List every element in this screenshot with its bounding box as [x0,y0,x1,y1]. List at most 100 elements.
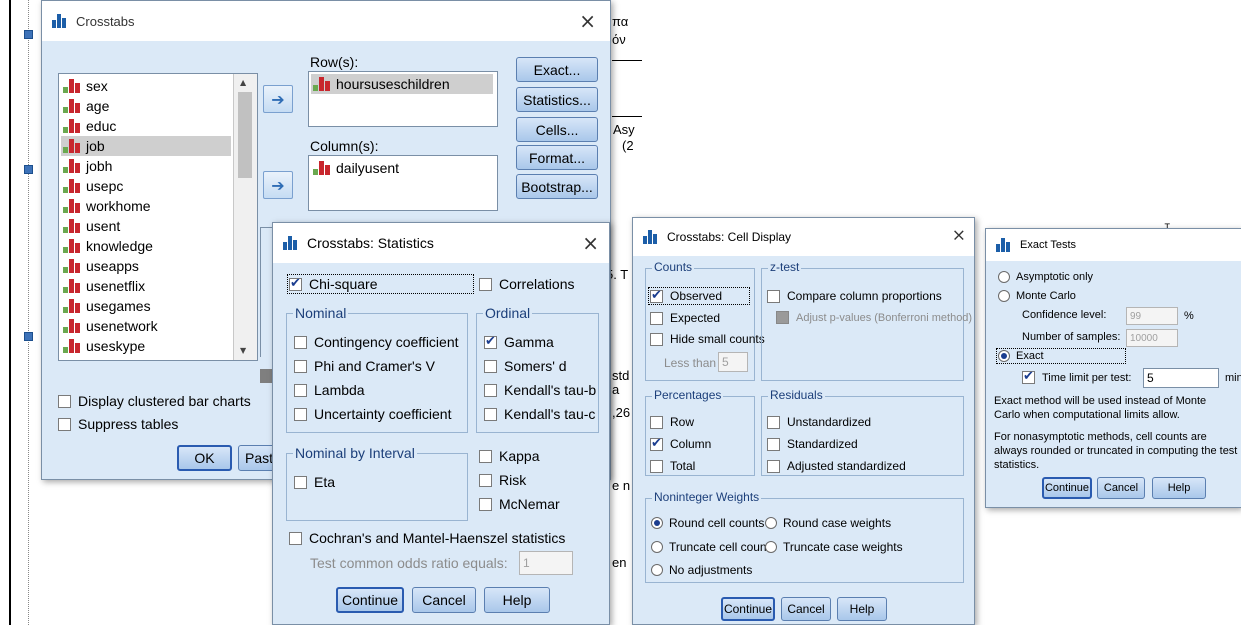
unstandardized-checkbox[interactable]: Unstandardized [767,415,871,429]
kappa-checkbox[interactable]: Kappa [479,448,539,464]
checkbox-box[interactable] [776,311,789,324]
cochran-checkbox[interactable]: Cochran's and Mantel-Haenszel statistics [289,530,565,546]
gamma-checkbox[interactable]: Gamma [484,334,554,350]
hide-small-checkbox[interactable]: Hide small counts [650,332,765,346]
checkbox-box[interactable] [1022,369,1035,384]
chi-square-checkbox[interactable]: Chi-square [287,274,474,294]
close-icon[interactable]: × [579,11,596,31]
less-than-input[interactable]: 5 [718,352,748,372]
close-icon[interactable]: × [582,233,599,253]
round-cell-radio[interactable]: Round cell counts [651,516,764,530]
display-clustered-checkbox[interactable]: Display clustered bar charts [58,393,251,409]
variable-item-usenetflix[interactable]: usenetflix [61,276,231,296]
checkbox-box[interactable] [767,459,780,473]
checkbox-box[interactable] [479,497,492,511]
adjusted-standardized-checkbox[interactable]: Adjusted standardized [767,459,906,473]
checkbox-box[interactable] [479,473,492,487]
truncate-case-radio[interactable]: Truncate case weights [765,540,903,554]
lambda-checkbox[interactable]: Lambda [294,382,365,398]
radio-circle[interactable] [998,350,1010,362]
help-button[interactable]: Help [484,587,550,613]
column-checkbox[interactable]: Column [650,436,711,451]
checkbox-box[interactable] [650,415,663,429]
list-item[interactable]: dailyusent [311,158,493,178]
continue-button[interactable]: Continue [721,597,775,621]
statistics-titlebar[interactable]: Crosstabs: Statistics × [273,223,609,263]
exact-radio[interactable]: Exact [996,348,1126,364]
checkbox-box[interactable] [767,437,780,451]
variable-item-usegames[interactable]: usegames [61,296,231,316]
time-limit-checkbox[interactable]: Time limit per test: [1022,369,1131,384]
checkbox-box[interactable] [479,277,492,291]
variable-item-educ[interactable]: educ [61,116,231,136]
radio-circle[interactable] [651,541,663,553]
variable-item-usenetwork[interactable]: usenetwork [61,316,231,336]
help-button[interactable]: Help [1152,477,1206,499]
continue-button[interactable]: Continue [1042,477,1092,499]
variable-item-job[interactable]: job [61,136,231,156]
variable-item-jobh[interactable]: jobh [61,156,231,176]
checkbox-box[interactable] [484,359,497,373]
tree-node-icon[interactable] [24,332,33,341]
truncate-cell-radio[interactable]: Truncate cell counts [651,540,776,554]
radio-circle[interactable] [651,517,663,529]
checkbox-box[interactable] [479,449,492,463]
exact-button[interactable]: Exact... [516,57,598,82]
radio-circle[interactable] [651,564,663,576]
list-item[interactable]: hoursuseschildren [311,74,493,94]
checkbox-box[interactable] [294,335,307,349]
radio-circle[interactable] [765,541,777,553]
kendall-tau-b-checkbox[interactable]: Kendall's tau-b [484,382,596,398]
variable-item-usepc[interactable]: usepc [61,176,231,196]
variable-item-age[interactable]: age [61,96,231,116]
scroll-up-icon[interactable]: ▲ [240,78,246,87]
help-button[interactable]: Help [837,597,887,621]
checkbox-box[interactable] [58,417,71,431]
observed-checkbox[interactable]: Observed [648,287,750,305]
columns-list[interactable]: dailyusent [308,155,498,211]
checkbox-box[interactable] [484,407,497,421]
ok-button[interactable]: OK [177,445,232,471]
move-to-rows-arrow-icon[interactable]: ➔ [263,85,293,113]
scroll-down-icon[interactable]: ▼ [240,346,246,355]
suppress-tables-checkbox[interactable]: Suppress tables [58,416,178,432]
format-button[interactable]: Format... [516,145,598,170]
checkbox-box[interactable] [294,475,307,489]
exact-tests-titlebar[interactable]: Exact Tests [986,229,1241,261]
radio-circle[interactable] [998,290,1010,302]
expected-checkbox[interactable]: Expected [650,311,720,325]
variable-scrollbar[interactable]: ▲ ▼ [233,74,257,360]
samples-input[interactable]: 10000 [1126,329,1178,347]
row-checkbox[interactable]: Row [650,415,694,429]
adjust-p-checkbox[interactable]: Adjust p-values (Bonferroni method) [776,311,972,324]
cancel-button[interactable]: Cancel [781,597,831,621]
contingency-checkbox[interactable]: Contingency coefficient [294,334,459,350]
checkbox-box[interactable] [767,289,780,303]
variable-item-knowledge[interactable]: knowledge [61,236,231,256]
close-icon[interactable]: × [952,227,966,245]
variable-item-useapps[interactable]: useapps [61,256,231,276]
compare-columns-checkbox[interactable]: Compare column proportions [767,289,942,303]
checkbox-box[interactable] [484,383,497,397]
checkbox-box[interactable] [289,531,302,545]
round-case-radio[interactable]: Round case weights [765,516,891,530]
scroll-thumb[interactable] [238,92,252,178]
somers-d-checkbox[interactable]: Somers' d [484,358,567,374]
checkbox-box[interactable] [650,332,663,346]
checkbox-box[interactable] [767,415,780,429]
monte-carlo-radio[interactable]: Monte Carlo [998,290,1076,302]
kendall-tau-c-checkbox[interactable]: Kendall's tau-c [484,406,595,422]
mcnemar-checkbox[interactable]: McNemar [479,496,560,512]
move-to-columns-arrow-icon[interactable]: ➔ [263,171,293,199]
checkbox-box[interactable] [294,359,307,373]
uncertainty-checkbox[interactable]: Uncertainty coefficient [294,406,451,422]
cell-display-titlebar[interactable]: Crosstabs: Cell Display × [633,218,974,256]
checkbox-box[interactable] [294,407,307,421]
variable-item-sex[interactable]: sex [61,76,231,96]
rows-list[interactable]: hoursuseschildren [308,71,498,127]
confidence-input[interactable]: 99 [1126,307,1178,325]
cancel-button[interactable]: Cancel [1097,477,1145,499]
asymptotic-radio[interactable]: Asymptotic only [998,271,1093,283]
statistics-button[interactable]: Statistics... [516,87,598,112]
correlations-checkbox[interactable]: Correlations [479,276,574,292]
